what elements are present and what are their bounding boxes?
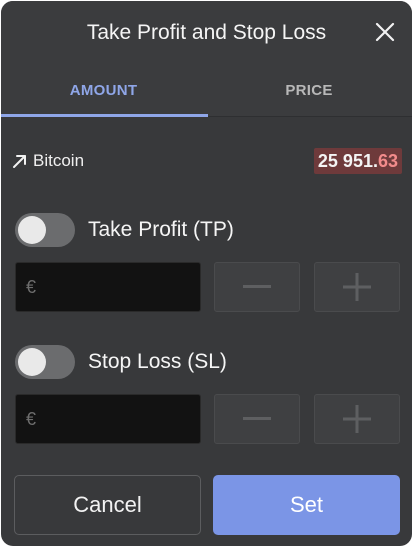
tp-sl-dialog: Take Profit and Stop Loss AMOUNT PRICE B…: [1, 1, 412, 546]
instrument-row: Bitcoin 25 951.63: [11, 145, 402, 177]
dialog-title: Take Profit and Stop Loss: [86, 21, 327, 44]
close-button[interactable]: [368, 15, 402, 49]
dialog-header: Take Profit and Stop Loss: [1, 1, 412, 65]
currency-symbol: €: [26, 276, 37, 297]
tab-amount[interactable]: AMOUNT: [1, 65, 206, 117]
take-profit-decrement-button[interactable]: [214, 262, 300, 312]
toggle-knob: [18, 216, 46, 244]
plus-icon: [343, 405, 371, 433]
toggle-knob: [18, 348, 46, 376]
stop-loss-input-row: €: [15, 394, 401, 444]
set-button[interactable]: Set: [213, 475, 400, 535]
close-icon: [375, 22, 395, 42]
tab-price[interactable]: PRICE: [206, 65, 412, 117]
price-badge: 25 951.63: [313, 148, 402, 174]
stop-loss-increment-button[interactable]: [314, 394, 400, 444]
stop-loss-row: Stop Loss (SL): [15, 344, 395, 380]
active-tab-indicator: [1, 114, 208, 117]
price-decimals: 63: [377, 151, 398, 171]
take-profit-input[interactable]: €: [15, 262, 201, 312]
instrument-label: Bitcoin: [33, 151, 85, 170]
stop-loss-decrement-button[interactable]: [214, 394, 300, 444]
price-main: 25 951.: [317, 151, 378, 171]
take-profit-toggle[interactable]: [15, 213, 75, 247]
currency-symbol: €: [26, 408, 37, 429]
minus-icon: [243, 417, 271, 420]
stop-loss-toggle[interactable]: [15, 345, 75, 379]
cancel-button[interactable]: Cancel: [14, 475, 201, 535]
instrument-name: Bitcoin: [11, 145, 84, 177]
tab-bar: AMOUNT PRICE: [1, 65, 412, 117]
take-profit-label: Take Profit (TP): [88, 218, 234, 241]
arrow-up-right-icon: [13, 155, 26, 168]
minus-icon: [243, 285, 271, 288]
plus-icon: [343, 273, 371, 301]
stop-loss-input[interactable]: €: [15, 394, 201, 444]
stop-loss-label: Stop Loss (SL): [88, 350, 227, 373]
take-profit-row: Take Profit (TP): [15, 212, 395, 248]
take-profit-input-row: €: [15, 262, 401, 312]
take-profit-increment-button[interactable]: [314, 262, 400, 312]
